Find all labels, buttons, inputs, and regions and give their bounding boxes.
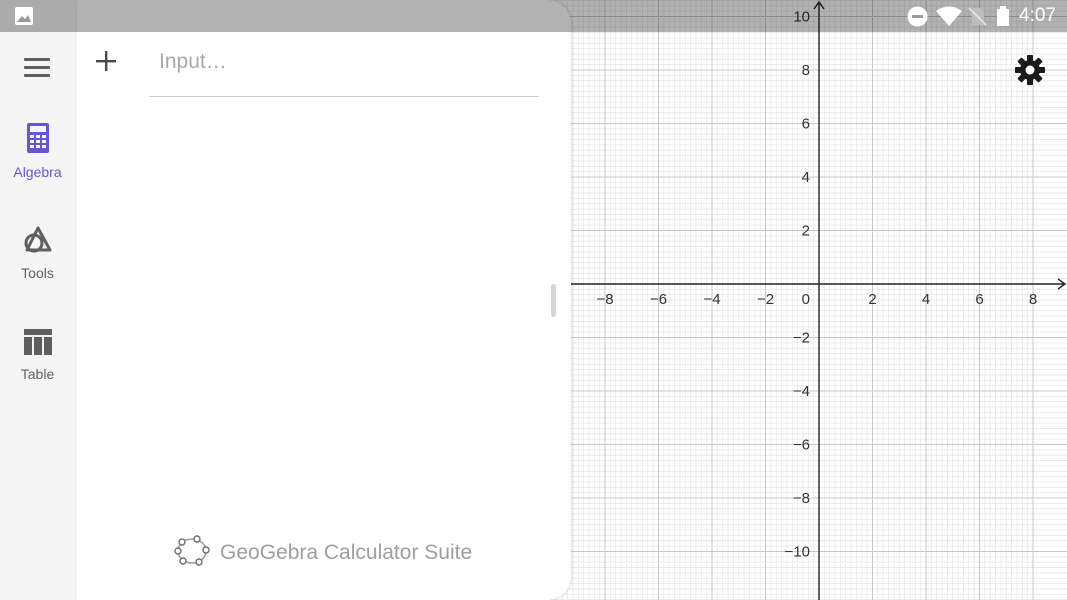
algebra-input-field[interactable] [149, 46, 549, 78]
rail-item-label: Table [20, 366, 55, 382]
hamburger-menu-icon[interactable] [24, 58, 50, 80]
x-tick-label: −4 [703, 291, 720, 308]
x-tick-label: 6 [975, 291, 983, 308]
x-tick-label: 4 [922, 291, 930, 308]
wifi-icon [936, 6, 962, 31]
rail-item-table[interactable]: Table [0, 329, 75, 382]
y-tick-label: 8 [802, 62, 810, 79]
y-tick-label: −8 [793, 490, 810, 507]
rail-item-algebra[interactable]: Algebra [0, 123, 75, 180]
x-tick-label: −8 [596, 291, 613, 308]
status-bar: 4:07 [0, 0, 1067, 32]
brand-text: GeoGebra Calculator Suite [220, 541, 473, 564]
algebra-input-row [149, 46, 549, 97]
x-tick-label: −2 [757, 291, 774, 308]
x-tick-label: −6 [650, 291, 667, 308]
geogebra-logo-icon [174, 534, 210, 572]
panel-resize-handle[interactable] [551, 284, 556, 317]
y-tick-label: 2 [802, 223, 810, 240]
do-not-disturb-icon [907, 6, 928, 32]
graphics-settings-gear-icon[interactable] [1014, 54, 1046, 86]
rail-item-label: Algebra [13, 164, 62, 180]
table-icon [0, 329, 75, 360]
origin-label: 0 [802, 291, 810, 308]
image-notification-icon [14, 6, 34, 31]
plus-icon[interactable] [95, 50, 117, 72]
x-tick-label: 2 [868, 291, 876, 308]
algebra-panel: GeoGebra Calculator Suite [75, 0, 571, 600]
shapes-tools-icon [0, 226, 75, 259]
y-tick-label: −4 [793, 383, 810, 400]
y-tick-label: 4 [802, 169, 810, 186]
x-tick-label: 8 [1029, 291, 1037, 308]
status-time: 4:07 [1019, 5, 1056, 26]
y-tick-label: 6 [802, 116, 810, 133]
calculator-icon [0, 123, 75, 158]
geogebra-brand: GeoGebra Calculator Suite [174, 534, 473, 572]
y-tick-label: −6 [793, 437, 810, 454]
battery-icon [996, 6, 1010, 31]
rail-item-tools[interactable]: Tools [0, 226, 75, 281]
no-sim-icon [967, 6, 987, 31]
nav-rail: Algebra Tools Table [0, 0, 75, 600]
y-tick-label: −10 [785, 544, 810, 561]
rail-item-label: Tools [21, 265, 54, 281]
y-tick-label: −2 [793, 330, 810, 347]
